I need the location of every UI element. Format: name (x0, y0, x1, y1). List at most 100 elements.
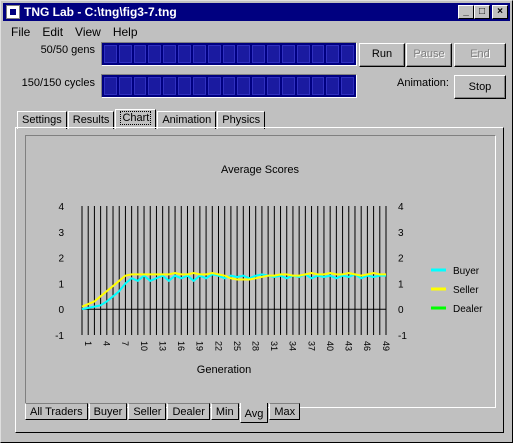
axes (81, 206, 387, 335)
tab-all-traders[interactable]: All Traders (25, 403, 88, 420)
tab-min[interactable]: Min (210, 403, 239, 420)
y-tick-label-right: 1 (398, 279, 404, 290)
y-tick-label-left: 1 (58, 279, 64, 290)
cycles-progress-segment (326, 77, 340, 95)
y-tick-label-left: 3 (58, 228, 64, 239)
generations-progress-segment (341, 45, 355, 63)
generations-progress-segment (104, 45, 117, 63)
cycles-progress-segment (311, 77, 325, 95)
tab-dealer[interactable]: Dealer (167, 403, 210, 420)
chart-title: Average Scores (221, 164, 300, 176)
tab-buyer[interactable]: Buyer (88, 403, 128, 420)
series-lines (81, 272, 386, 311)
cycles-progress-segment (163, 77, 177, 95)
x-tick-label: 46 (362, 341, 372, 351)
generations-label: 50/50 gens (40, 44, 95, 56)
x-tick-label: 1 (83, 341, 93, 346)
x-tick-label: 37 (306, 341, 316, 351)
x-tick-label: 13 (157, 341, 167, 351)
grid-lines (81, 206, 387, 335)
x-tick-label: 28 (251, 341, 261, 351)
cycles-progress-segment (252, 77, 266, 95)
tab-seller[interactable]: Seller (128, 403, 167, 420)
cycles-progress-segment (148, 77, 162, 95)
cycles-progress-segment (237, 77, 251, 95)
chart-frame: Average Scores Generation 4 4 3 3 2 2 1 1 0 0 -1 -1… (25, 135, 496, 408)
menu-bar: File Edit View Help (5, 23, 144, 41)
menu-edit[interactable]: Edit (36, 23, 69, 41)
generations-progress-segment (178, 45, 191, 63)
generations-progress-segment (267, 45, 280, 63)
legend-label-seller: Seller (453, 285, 479, 296)
minimize-button[interactable]: _ (458, 5, 474, 19)
cycles-label: 150/150 cycles (21, 77, 95, 89)
x-tick-label: 40 (325, 341, 335, 351)
x-tick-label: 31 (269, 341, 279, 351)
tab-max[interactable]: Max (269, 403, 301, 420)
x-axis-label: Generation (197, 364, 251, 376)
x-tick-label: 34 (288, 341, 298, 351)
generations-progress-segment (237, 45, 251, 63)
tab-chart[interactable]: Chart (115, 109, 157, 129)
title-bar[interactable]: TNG Lab - C:\tng\fig3-7.tng _ □ × (3, 3, 510, 21)
pause-button[interactable]: Pause (406, 43, 452, 67)
cycles-progress-segment (296, 77, 310, 95)
tab-avg[interactable]: Avg (239, 403, 269, 423)
x-tick-label: 19 (195, 341, 205, 351)
y-tick-label-left: 4 (58, 202, 64, 213)
x-tick-label: 4 (102, 341, 112, 346)
menu-file[interactable]: File (5, 23, 36, 41)
cycles-progress-segment (192, 77, 206, 95)
bottom-tab-strip: All Traders Buyer Seller Dealer Min Avg … (25, 403, 301, 423)
y-tick-label-right: 0 (398, 305, 404, 316)
generations-progress-segment (148, 45, 162, 63)
y-tick-label-right: -1 (398, 331, 407, 342)
generations-progress-segment (192, 45, 206, 63)
menu-view[interactable]: View (69, 23, 107, 41)
generations-progress-segment (133, 45, 147, 63)
generations-progress-bar (101, 42, 357, 66)
app-icon[interactable] (6, 5, 20, 19)
animation-label: Animation: (397, 77, 449, 89)
legend: Buyer Seller Dealer (431, 266, 483, 315)
y-tick-label-left: 2 (58, 254, 64, 265)
cycles-progress-segment (104, 77, 117, 95)
generations-progress-segment (326, 45, 340, 63)
cycles-progress-segment (267, 77, 280, 95)
tab-chart-label: Chart (120, 111, 152, 125)
average-scores-chart: Average Scores Generation 4 43 32 21 10 0-1 -1… (55, 164, 483, 376)
y-tick-label-left: 0 (58, 305, 64, 316)
legend-label-dealer: Dealer (453, 304, 483, 315)
app-window: TNG Lab - C:\tng\fig3-7.tng _ □ × File E… (0, 0, 513, 443)
generations-progress-segment (296, 45, 310, 63)
generations-progress-segment (311, 45, 325, 63)
window-title: TNG Lab - C:\tng\fig3-7.tng (24, 5, 177, 19)
top-tab-strip: Settings Results Chart Animation Physics (17, 109, 266, 129)
legend-label-buyer: Buyer (453, 266, 480, 277)
close-button[interactable]: × (492, 5, 508, 19)
cycles-progress-bar (101, 74, 357, 98)
cycles-progress-segment (207, 77, 221, 95)
chart-panel: Average Scores Generation 4 4 3 3 2 2 1 1 0 0 -1 -1… (15, 127, 504, 433)
x-tick-label: 22 (213, 341, 223, 351)
series-line-seller (81, 272, 386, 308)
menu-help[interactable]: Help (107, 23, 144, 41)
cycles-progress-segment (118, 77, 132, 95)
run-button[interactable]: Run (359, 43, 405, 67)
generations-progress-segment (222, 45, 236, 63)
y-tick-label-left: -1 (55, 331, 64, 342)
cycles-progress-segment (133, 77, 147, 95)
x-tick-label: 7 (120, 341, 130, 346)
generations-progress-segment (281, 45, 295, 63)
cycles-progress-segment (222, 77, 236, 95)
y-tick-label-right: 2 (398, 254, 404, 265)
end-button[interactable]: End (454, 43, 506, 67)
x-tick-label: 43 (344, 341, 354, 351)
cycles-progress-segment (178, 77, 191, 95)
stop-button[interactable]: Stop (454, 75, 506, 99)
x-tick-label: 10 (139, 341, 149, 351)
x-tick-label: 16 (176, 341, 186, 351)
y-tick-label-right: 4 (398, 202, 404, 213)
x-tick-label: 49 (381, 341, 391, 351)
maximize-button[interactable]: □ (474, 5, 490, 19)
